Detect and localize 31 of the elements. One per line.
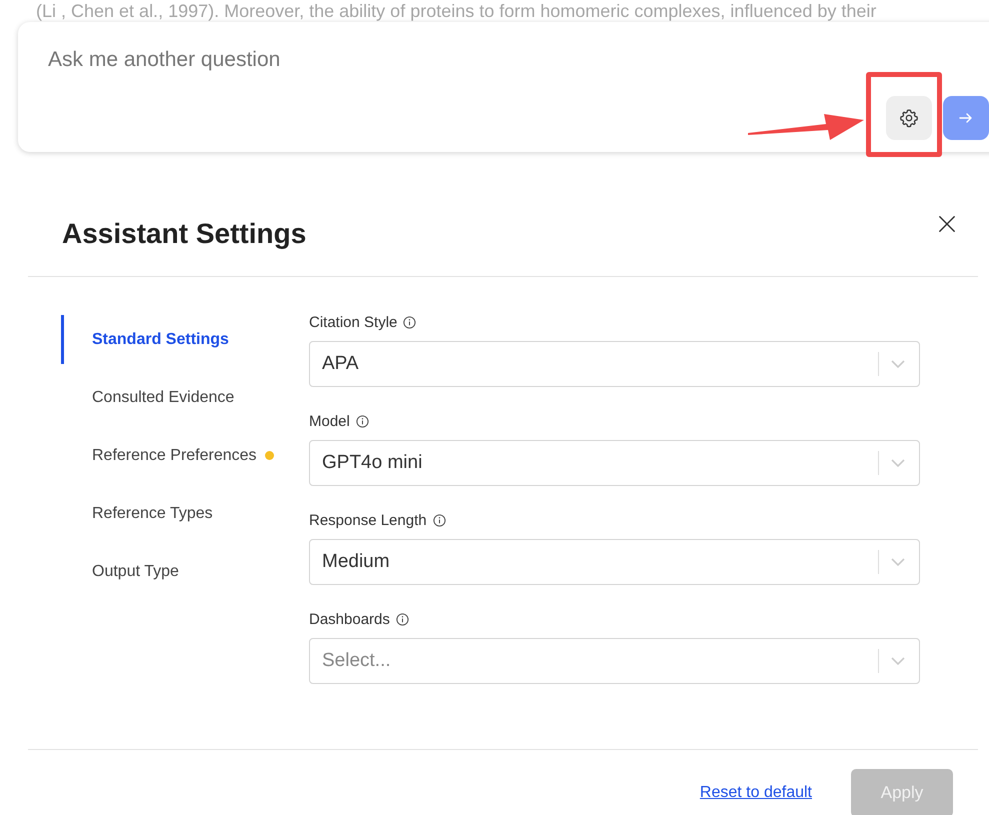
select-dropdown[interactable]: Select... <box>309 638 920 684</box>
question-input-card[interactable]: Ask me another question <box>18 22 989 152</box>
field-label: Citation Style <box>309 314 398 331</box>
reset-link[interactable]: Reset to default <box>700 784 812 802</box>
select-dropdown[interactable]: GPT4o mini <box>309 440 920 486</box>
question-input[interactable]: Ask me another question <box>48 48 548 72</box>
settings-button[interactable] <box>886 96 932 140</box>
field-label: Response Length <box>309 512 427 529</box>
field-label: Model <box>309 413 350 430</box>
info-icon[interactable] <box>403 316 416 329</box>
info-icon[interactable] <box>432 514 446 527</box>
field-label: Dashboards <box>309 611 390 628</box>
settings-icon <box>899 108 919 128</box>
select-dropdown[interactable]: APA <box>309 341 920 387</box>
dialog-title: Assistant Settings <box>62 218 306 250</box>
close-icon <box>938 215 956 233</box>
chevron-down-icon <box>891 657 905 665</box>
send-button[interactable] <box>943 96 989 140</box>
background-text: (Li , Chen et al., 1997). Moreover, the ability of proteins to form homomeric complexes, influenced by their <box>35 0 878 22</box>
info-icon[interactable] <box>396 613 409 626</box>
close-button[interactable] <box>938 214 958 234</box>
sidebar-tab[interactable]: Standard Settings <box>61 315 309 364</box>
info-icon[interactable] <box>356 415 369 428</box>
sidebar-tab[interactable]: Reference Types <box>61 489 309 538</box>
sidebar-tab[interactable]: Reference Preferences <box>61 431 309 480</box>
chevron-down-icon <box>891 459 905 467</box>
sidebar-tab[interactable]: Output Type <box>61 547 309 596</box>
sidebar-tab[interactable]: Consulted Evidence <box>61 373 309 422</box>
select-dropdown[interactable]: Medium <box>309 539 920 585</box>
chevron-down-icon <box>891 558 905 566</box>
chevron-down-icon <box>891 360 905 368</box>
